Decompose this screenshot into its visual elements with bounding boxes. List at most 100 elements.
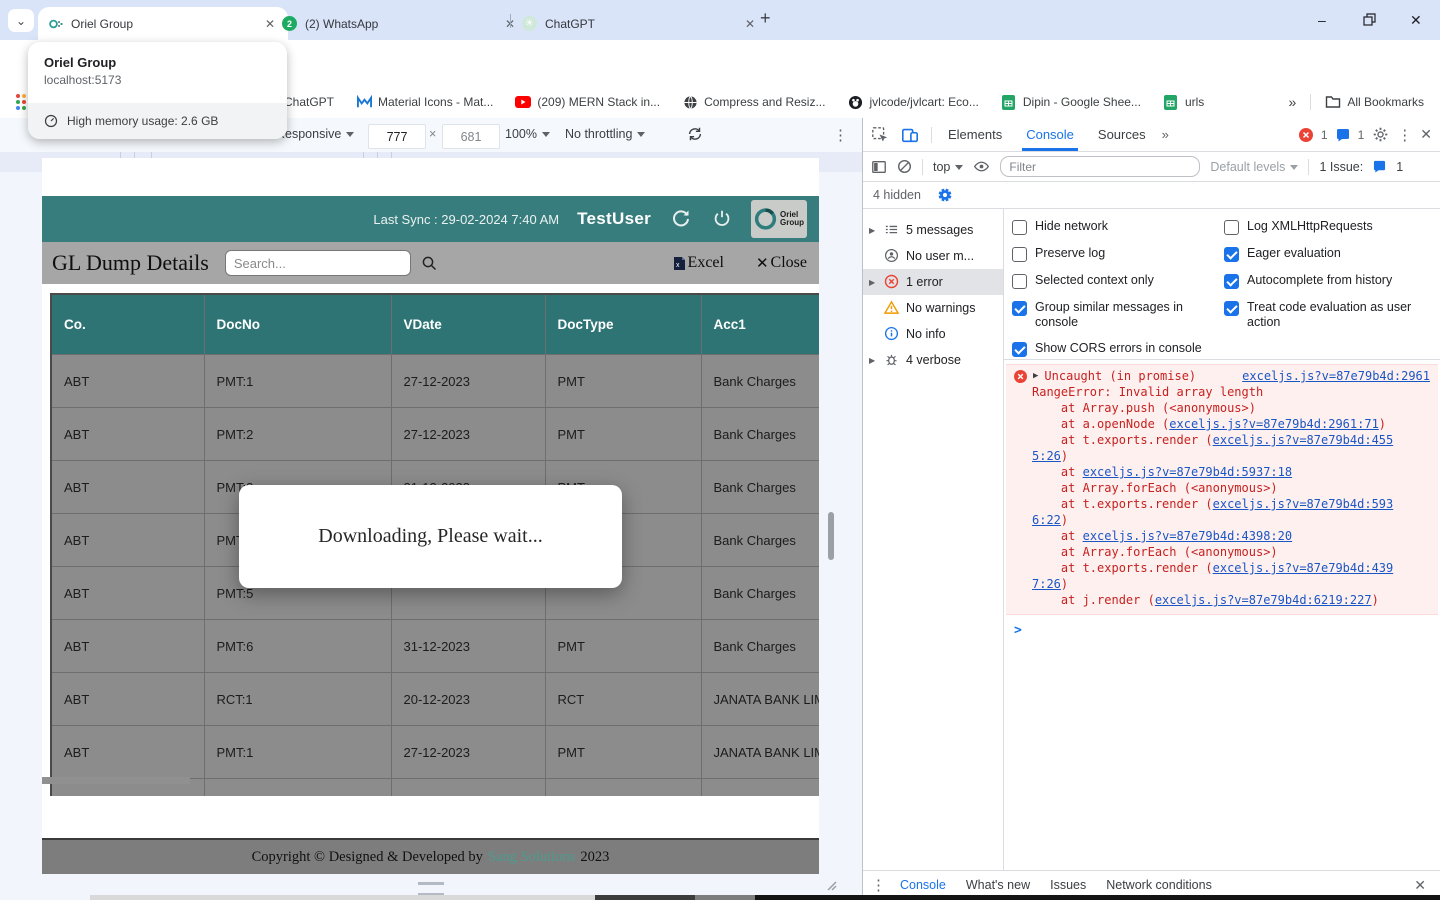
tab-whatsapp[interactable]: 2 (2) WhatsApp ✕ bbox=[272, 7, 528, 40]
console-filter-input[interactable] bbox=[1000, 156, 1200, 177]
checkbox-unchecked-icon[interactable] bbox=[1012, 220, 1027, 235]
close-report-button[interactable]: ✕ Close bbox=[756, 254, 807, 273]
table-column-header[interactable]: Co. bbox=[51, 294, 204, 355]
refresh-icon[interactable] bbox=[669, 207, 693, 231]
vertical-scrollbar-thumb[interactable] bbox=[828, 512, 834, 560]
stack-frame-link[interactable]: exceljs.js?v=87e79b4d:2961:71 bbox=[1169, 417, 1379, 431]
table-row[interactable]: ABTPMT:127-12-2023PMTBank Charges bbox=[51, 355, 819, 408]
checkbox-unchecked-icon[interactable] bbox=[1224, 220, 1239, 235]
table-column-header[interactable]: Acc1 bbox=[701, 294, 819, 355]
bookmark-item[interactable]: jvlcode/jvlcart: Eco... bbox=[847, 94, 978, 110]
throttling-select[interactable]: No throttling bbox=[565, 127, 645, 141]
stack-frame-link[interactable]: exceljs.js?v=87e79b4d:4397:26 bbox=[1032, 561, 1393, 591]
table-column-header[interactable]: VDate bbox=[391, 294, 545, 355]
tab-search-button[interactable]: ⌄ bbox=[8, 9, 34, 32]
bookmark-item[interactable]: ChatGPT bbox=[284, 95, 334, 109]
tab-oriel-group[interactable]: Oriel Group ✕ bbox=[38, 7, 288, 40]
bookmark-item[interactable]: (209) MERN Stack in... bbox=[515, 94, 660, 110]
rotate-viewport-icon[interactable] bbox=[686, 125, 704, 146]
device-mode-select[interactable]: Responsive bbox=[276, 127, 354, 141]
window-close-button[interactable]: ✕ bbox=[1410, 12, 1422, 29]
search-icon[interactable] bbox=[421, 255, 438, 272]
sidebar-filter-error[interactable]: ▶1 error bbox=[863, 269, 1003, 295]
bookmark-item[interactable]: Compress and Resiz... bbox=[682, 94, 825, 110]
checkbox-unchecked-icon[interactable] bbox=[1012, 247, 1027, 262]
device-toolbar-toggle-icon[interactable] bbox=[901, 126, 919, 144]
device-toolbar-options-kebab-icon[interactable]: ⋮ bbox=[833, 126, 848, 144]
checkbox-checked-icon[interactable] bbox=[1224, 301, 1239, 316]
issues-badge-icon[interactable] bbox=[1373, 160, 1386, 173]
table-column-header[interactable]: DocNo bbox=[204, 294, 391, 355]
footer-link[interactable]: Sang Solutions bbox=[488, 849, 575, 866]
stack-frame-link[interactable]: exceljs.js?v=87e79b4d:4398:20 bbox=[1083, 529, 1293, 543]
bookmark-item[interactable]: Material Icons - Mat... bbox=[356, 94, 493, 110]
console-sidebar-toggle-icon[interactable] bbox=[871, 159, 887, 175]
drawer-menu-kebab-icon[interactable]: ⋮ bbox=[871, 876, 886, 894]
tab-close-icon[interactable]: ✕ bbox=[742, 17, 758, 31]
checkbox-checked-icon[interactable] bbox=[1012, 301, 1027, 316]
stack-frame-link[interactable]: exceljs.js?v=87e79b4d:5937:18 bbox=[1083, 465, 1293, 479]
corner-resize-handle[interactable] bbox=[822, 876, 838, 897]
window-minimize-button[interactable]: – bbox=[1318, 12, 1326, 28]
all-bookmarks-button[interactable]: All Bookmarks bbox=[1325, 94, 1424, 110]
console-setting[interactable]: Eager evaluation bbox=[1224, 246, 1429, 262]
table-row[interactable]: ABTPMT:227-12-2023PMTBank Charges bbox=[51, 408, 819, 461]
table-row[interactable]: ABTPMT:127-12-2023PMTJANATA BANK LIMITED bbox=[51, 726, 819, 779]
devtools-menu-kebab-icon[interactable]: ⋮ bbox=[1397, 126, 1412, 144]
horizontal-scrollbar-thumb[interactable] bbox=[42, 777, 190, 784]
table-row[interactable]: ABTRCT:120-12-2023RCTJANATA BANK LIMITED bbox=[51, 673, 819, 726]
bookmark-item[interactable]: Dipin - Google Shee... bbox=[1001, 94, 1141, 110]
checkbox-checked-icon[interactable] bbox=[1224, 274, 1239, 289]
more-tabs-icon[interactable]: » bbox=[1162, 127, 1169, 142]
viewport-resize-handle[interactable] bbox=[418, 882, 444, 896]
devtools-tab-sources[interactable]: Sources bbox=[1094, 119, 1150, 151]
error-badge-icon[interactable] bbox=[1299, 128, 1313, 142]
devtools-settings-gear-icon[interactable] bbox=[1372, 126, 1389, 143]
console-settings-gear-icon[interactable] bbox=[937, 187, 953, 203]
bookmarks-overflow-icon[interactable]: » bbox=[1289, 94, 1297, 110]
stack-frame-link[interactable]: exceljs.js?v=87e79b4d:5936:22 bbox=[1032, 497, 1393, 527]
sidebar-filter-user[interactable]: No user m... bbox=[863, 243, 1003, 269]
sidebar-filter-info[interactable]: No info bbox=[863, 321, 1003, 347]
checkbox-unchecked-icon[interactable] bbox=[1012, 274, 1027, 289]
table-column-header[interactable]: DocType bbox=[545, 294, 701, 355]
viewport-height-input[interactable] bbox=[442, 124, 500, 149]
devtools-tab-console[interactable]: Console bbox=[1022, 119, 1078, 151]
console-setting[interactable]: Log XMLHttpRequests bbox=[1224, 219, 1429, 235]
checkbox-checked-icon[interactable] bbox=[1012, 342, 1027, 357]
zoom-select[interactable]: 100% bbox=[505, 127, 550, 141]
tab-chatgpt[interactable]: ✳ ChatGPT ✕ bbox=[512, 7, 768, 40]
console-setting[interactable]: Show CORS errors in console bbox=[1012, 341, 1224, 357]
console-setting[interactable]: Preserve log bbox=[1012, 246, 1224, 262]
search-input[interactable] bbox=[225, 250, 411, 276]
power-icon[interactable] bbox=[711, 208, 733, 230]
devtools-close-icon[interactable]: ✕ bbox=[1420, 126, 1432, 143]
console-setting[interactable]: Autocomplete from history bbox=[1224, 273, 1429, 289]
stack-frame-link[interactable]: exceljs.js?v=87e79b4d:4555:26 bbox=[1032, 433, 1393, 463]
bookmark-item[interactable]: urls bbox=[1163, 94, 1204, 110]
log-levels-select[interactable]: Default levels bbox=[1210, 160, 1298, 174]
excel-export-button[interactable]: x Excel bbox=[673, 254, 724, 272]
table-row[interactable]: ABTPMT:631-12-2023PMTBank Charges bbox=[51, 620, 819, 673]
context-selector[interactable]: top bbox=[933, 160, 963, 174]
sidebar-filter-list[interactable]: ▶5 messages bbox=[863, 217, 1003, 243]
viewport-width-input[interactable] bbox=[368, 124, 426, 149]
window-restore-button[interactable] bbox=[1363, 13, 1376, 29]
sidebar-filter-warn[interactable]: No warnings bbox=[863, 295, 1003, 321]
console-setting[interactable]: Treat code evaluation as user action bbox=[1224, 300, 1429, 330]
error-source-link[interactable]: exceljs.js?v=87e79b4d:2961 bbox=[1242, 368, 1430, 384]
sidebar-filter-bug[interactable]: ▶4 verbose bbox=[863, 347, 1003, 373]
inspect-element-icon[interactable] bbox=[871, 126, 889, 144]
new-tab-button[interactable]: + bbox=[760, 8, 771, 29]
message-badge-icon[interactable] bbox=[1336, 128, 1350, 142]
checkbox-checked-icon[interactable] bbox=[1224, 247, 1239, 262]
console-prompt-chevron[interactable]: > bbox=[1004, 615, 1440, 638]
devtools-tab-elements[interactable]: Elements bbox=[944, 119, 1006, 151]
expand-caret-icon[interactable]: ▶ bbox=[1033, 368, 1038, 384]
eye-icon[interactable] bbox=[973, 158, 990, 175]
drawer-close-icon[interactable]: ✕ bbox=[1414, 877, 1426, 894]
clear-console-icon[interactable] bbox=[897, 159, 912, 174]
console-setting[interactable]: Group similar messages in console bbox=[1012, 300, 1224, 330]
console-setting[interactable]: Hide network bbox=[1012, 219, 1224, 235]
stack-frame-link[interactable]: exceljs.js?v=87e79b4d:6219:227 bbox=[1155, 593, 1372, 607]
